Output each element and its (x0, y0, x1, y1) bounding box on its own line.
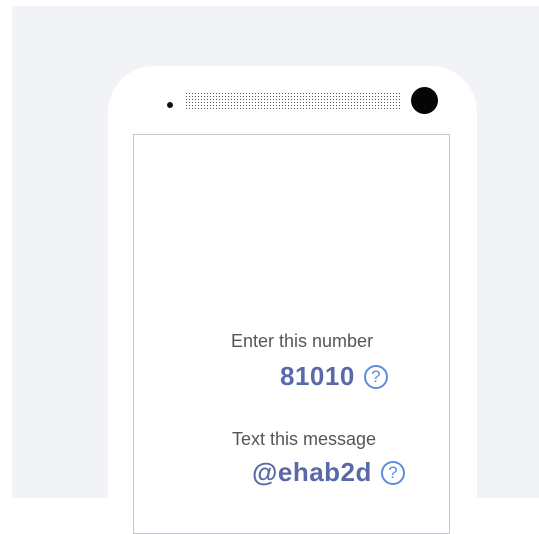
text-message-label: Text this message (232, 429, 377, 449)
message-row: @ehab2d ? (252, 457, 405, 488)
question-circle-icon[interactable]: ? (380, 460, 405, 485)
question-circle-icon[interactable]: ? (363, 364, 388, 389)
number-row: 81010 ? (280, 361, 388, 392)
sensor-dot (167, 102, 173, 108)
short-code-number: 81010 (280, 361, 355, 391)
front-camera (411, 87, 438, 114)
phone-mockup: Enter this number 81010 ? Text this mess… (108, 66, 477, 534)
phone-screen: Enter this number 81010 ? Text this mess… (133, 134, 450, 534)
message-code: @ehab2d (252, 457, 372, 487)
enter-number-label: Enter this number (231, 331, 374, 351)
speaker-grille (186, 91, 400, 109)
background-panel: Enter this number 81010 ? Text this mess… (12, 6, 539, 534)
